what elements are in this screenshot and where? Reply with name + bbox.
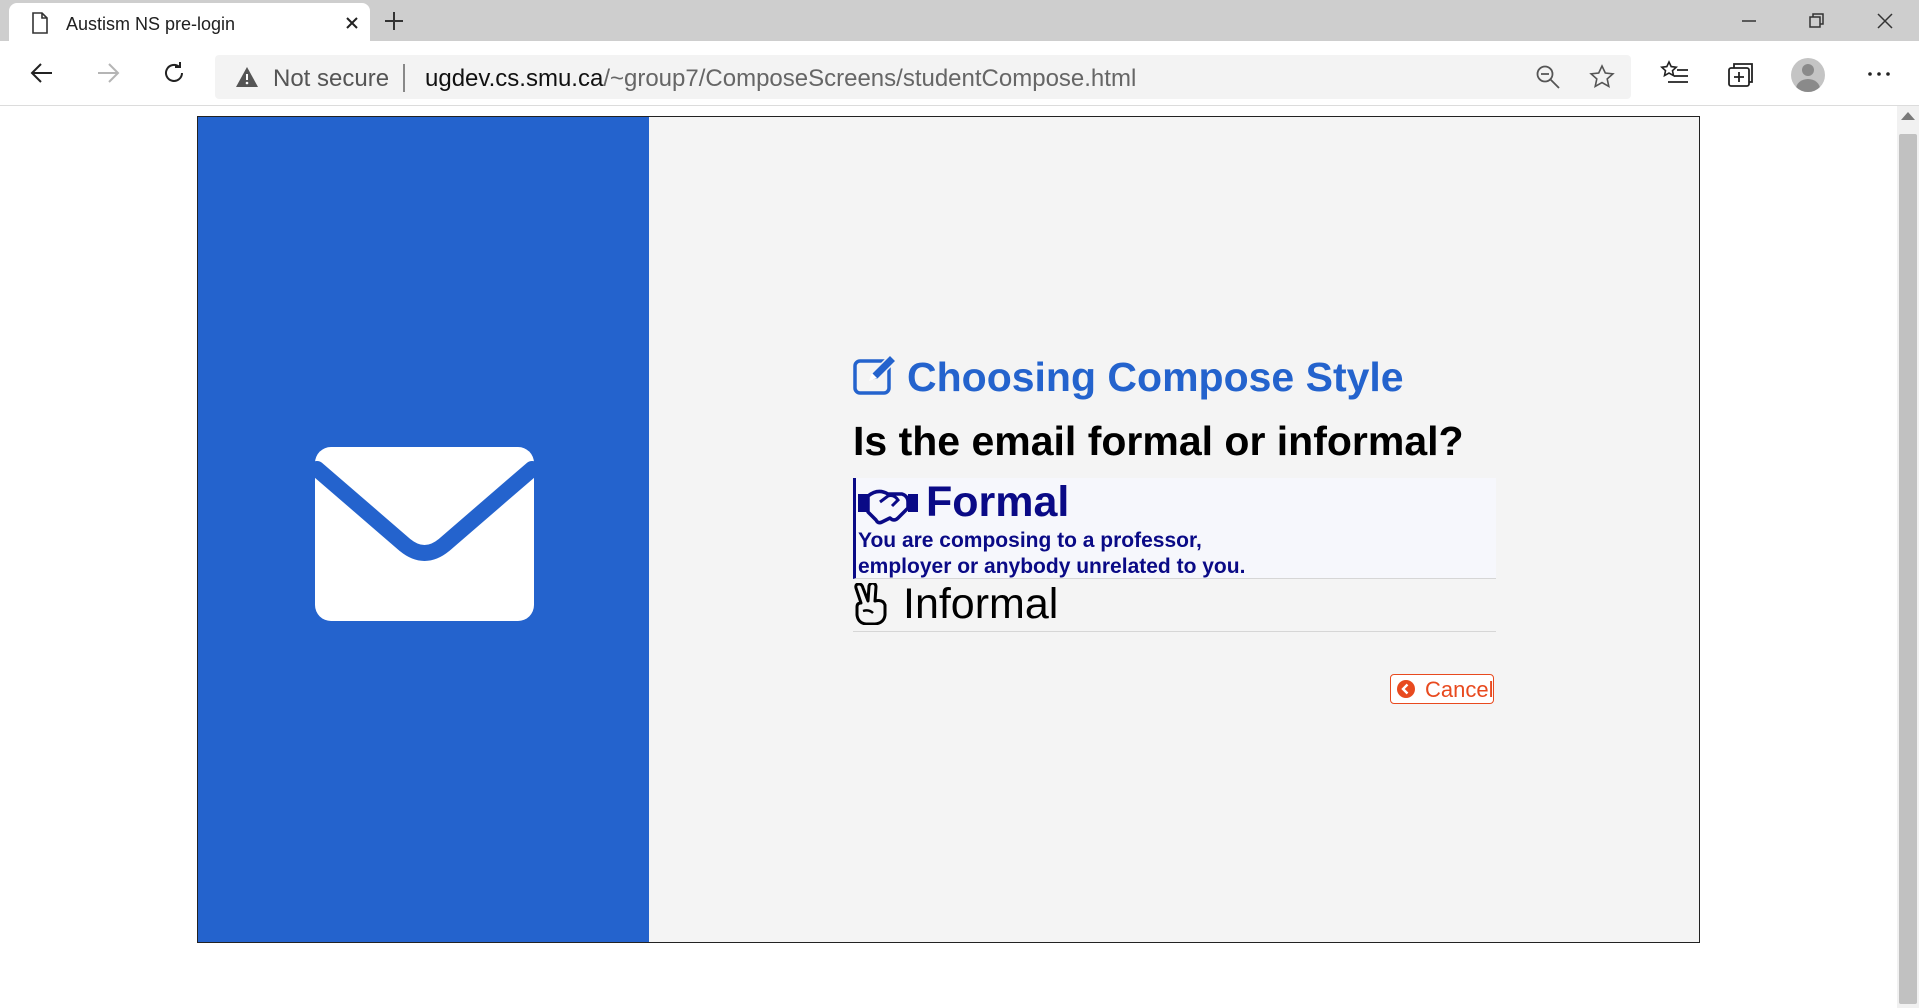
informal-option[interactable]: Informal xyxy=(853,580,1496,632)
forward-arrow-icon xyxy=(98,63,120,83)
address-separator xyxy=(403,64,405,92)
url-host: ugdev.cs.smu.ca xyxy=(425,65,604,92)
peace-hand-icon xyxy=(853,581,889,630)
minimize-icon xyxy=(1742,20,1756,22)
favorite-star-icon[interactable] xyxy=(1589,64,1615,90)
informal-option-title: Informal xyxy=(903,580,1059,628)
page-heading: Choosing Compose Style xyxy=(853,353,1404,401)
favorites-list-icon[interactable] xyxy=(1659,59,1690,89)
compose-frame: Choosing Compose Style Is the email form… xyxy=(197,116,1700,943)
security-label[interactable]: Not secure xyxy=(273,65,389,93)
scroll-thumb[interactable] xyxy=(1899,134,1917,1004)
refresh-button[interactable] xyxy=(156,55,192,91)
scroll-up-arrow-icon[interactable] xyxy=(1901,112,1915,120)
back-arrow-icon xyxy=(30,63,52,83)
chevron-left-circle-icon xyxy=(1397,680,1415,703)
browser-tab[interactable]: Austism NS pre-login xyxy=(9,3,370,41)
url-text[interactable]: ugdev.cs.smu.ca/~group7/ComposeScreens/s… xyxy=(425,65,1136,93)
edit-icon xyxy=(853,353,899,400)
collections-icon[interactable] xyxy=(1726,59,1756,89)
cancel-label: Cancel xyxy=(1425,677,1494,702)
forward-button[interactable] xyxy=(90,55,126,91)
restore-icon xyxy=(1809,13,1824,28)
handshake-icon xyxy=(858,484,918,531)
browser-toolbar: Not secure ugdev.cs.smu.ca/~group7/Compo… xyxy=(0,41,1919,106)
restore-button[interactable] xyxy=(1782,0,1852,41)
side-panel xyxy=(198,117,649,942)
profile-avatar[interactable] xyxy=(1791,58,1825,92)
address-bar[interactable]: Not secure ugdev.cs.smu.ca/~group7/Compo… xyxy=(215,55,1631,99)
envelope-icon xyxy=(309,447,540,626)
zoom-icon[interactable] xyxy=(1535,64,1561,90)
heading-title: Choosing Compose Style xyxy=(907,354,1404,400)
new-tab-icon[interactable] xyxy=(382,9,406,33)
formal-option[interactable]: Formal You are composing to a professor,… xyxy=(853,478,1496,579)
formal-description-line1: You are composing to a professor, xyxy=(858,529,1202,552)
page-viewport: Choosing Compose Style Is the email form… xyxy=(0,106,1897,1008)
avatar-head xyxy=(1802,64,1814,76)
formal-description-line2: employer or anybody unrelated to you. xyxy=(858,555,1246,578)
tab-title: Austism NS pre-login xyxy=(66,14,236,34)
close-icon xyxy=(1877,13,1893,29)
back-button[interactable] xyxy=(24,55,60,91)
style-question: Is the email formal or informal? xyxy=(853,418,1464,464)
formal-option-description: You are composing to a professor, employ… xyxy=(858,528,1458,580)
minimize-button[interactable] xyxy=(1714,0,1784,41)
avatar-body xyxy=(1796,79,1820,92)
more-options-icon[interactable] xyxy=(1864,59,1894,89)
warning-icon[interactable] xyxy=(235,66,259,93)
cancel-button[interactable]: Cancel xyxy=(1390,674,1494,704)
url-path: /~group7/ComposeScreens/studentCompose.h… xyxy=(603,65,1137,92)
refresh-icon xyxy=(165,62,183,82)
formal-option-title: Formal xyxy=(926,478,1070,526)
content-panel: Choosing Compose Style Is the email form… xyxy=(649,117,1699,942)
page-scrollbar[interactable] xyxy=(1897,106,1919,1008)
document-icon xyxy=(28,11,52,35)
close-tab-icon[interactable] xyxy=(342,13,362,33)
close-window-button[interactable] xyxy=(1850,0,1919,41)
tab-strip: Austism NS pre-login xyxy=(0,0,1919,41)
